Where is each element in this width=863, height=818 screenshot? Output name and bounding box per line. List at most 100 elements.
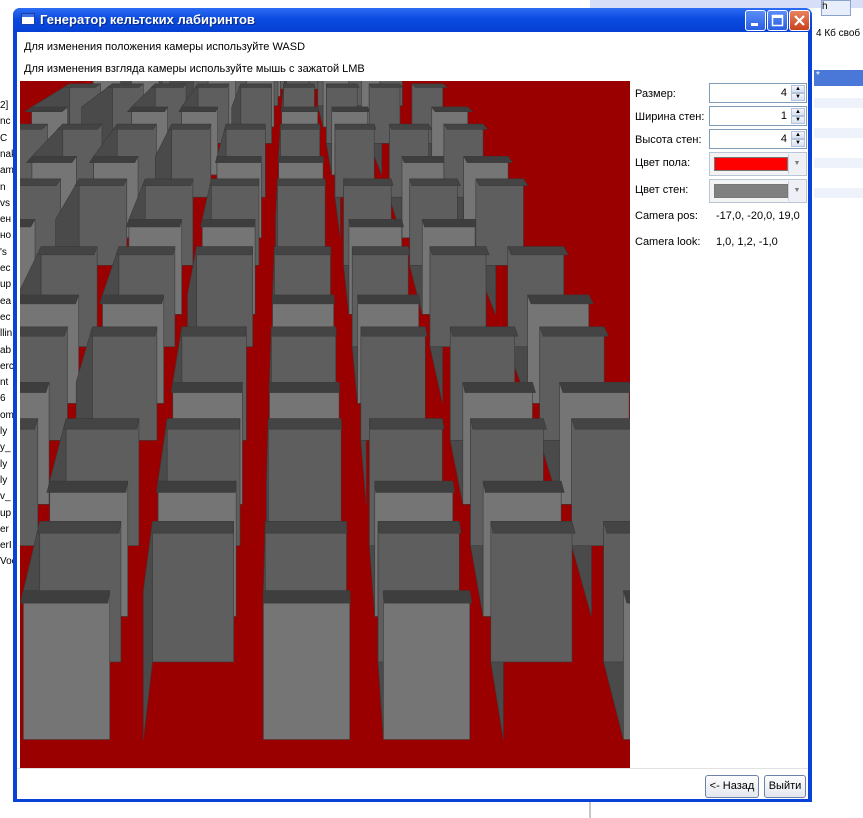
maze-wall-top bbox=[46, 480, 129, 493]
maximize-icon bbox=[771, 14, 784, 27]
maze-wall-top bbox=[281, 106, 319, 112]
maze-wall-top bbox=[351, 246, 411, 256]
maze-wall-top bbox=[170, 382, 243, 393]
floor-color-picker[interactable]: ▼ bbox=[709, 152, 807, 176]
background-row bbox=[814, 98, 863, 108]
maze-wall-top bbox=[429, 246, 490, 256]
maze-wall-front bbox=[23, 590, 111, 740]
minimize-icon bbox=[751, 23, 758, 26]
decrement-arrow-icon[interactable]: ▼ bbox=[791, 93, 805, 101]
maze-wall-top bbox=[168, 123, 212, 130]
maze-wall-top bbox=[475, 178, 529, 186]
maze-wall-top bbox=[507, 246, 569, 256]
back-button[interactable]: <- Назад bbox=[705, 775, 759, 798]
size-value[interactable]: 4 bbox=[781, 87, 787, 99]
window-title: Генератор кельтских лабиринтов bbox=[40, 12, 255, 27]
wall-height-value[interactable]: 4 bbox=[781, 133, 787, 145]
size-stepper-arrows[interactable]: ▲ ▼ bbox=[791, 85, 805, 101]
background-text-fragment: y_ bbox=[0, 442, 11, 454]
minimize-button[interactable] bbox=[745, 10, 766, 31]
wall-color-picker[interactable]: ▼ bbox=[709, 179, 807, 203]
app-window-icon bbox=[21, 13, 35, 25]
maze-wall-top bbox=[279, 123, 321, 130]
camera-pos-value: -17,0, -20,0, 19,0 bbox=[716, 210, 800, 222]
maze-wall-top bbox=[276, 178, 327, 186]
increment-arrow-icon[interactable]: ▲ bbox=[791, 131, 805, 139]
background-text-fragment: но bbox=[0, 230, 12, 242]
wall-width-value[interactable]: 1 bbox=[781, 110, 787, 122]
maze-wall-top bbox=[20, 418, 39, 430]
maze-wall-top bbox=[374, 480, 455, 493]
footer-bar: <- Назад Выйти bbox=[17, 768, 808, 799]
maze-wall-top bbox=[178, 106, 219, 112]
maze-wall-top bbox=[326, 83, 360, 88]
background-row bbox=[814, 158, 863, 168]
background-text-fragment: nt bbox=[0, 377, 9, 389]
maximize-button[interactable] bbox=[767, 10, 788, 31]
maze-wall-top bbox=[264, 521, 348, 534]
exit-button[interactable]: Выйти bbox=[764, 775, 806, 798]
chevron-down-icon[interactable]: ▼ bbox=[788, 181, 805, 201]
maze-wall-top bbox=[409, 178, 461, 186]
wall-height-stepper[interactable]: 4 ▲ ▼ bbox=[709, 129, 807, 149]
maze-wall-top bbox=[150, 83, 187, 88]
chevron-down-icon[interactable]: ▼ bbox=[788, 154, 805, 174]
title-bar[interactable]: Генератор кельтских лабиринтов bbox=[13, 8, 812, 32]
maze-wall-top bbox=[334, 123, 377, 130]
decrement-arrow-icon[interactable]: ▼ bbox=[791, 139, 805, 147]
wall-color-label: Цвет стен: bbox=[635, 184, 689, 196]
maze-scene[interactable] bbox=[20, 81, 630, 768]
maze-wall-top bbox=[89, 326, 158, 337]
wall-width-stepper-arrows[interactable]: ▲ ▼ bbox=[791, 108, 805, 124]
background-text-fragment: 's bbox=[0, 246, 7, 258]
wall-color-swatch[interactable] bbox=[714, 184, 788, 198]
maze-3d-viewport[interactable] bbox=[20, 81, 630, 768]
maze-wall-top bbox=[383, 590, 472, 604]
maze-wall-top bbox=[209, 178, 260, 186]
close-button[interactable] bbox=[789, 10, 810, 31]
background-row bbox=[814, 188, 863, 198]
background-text-fragment: llin bbox=[0, 328, 13, 340]
maze-wall-top bbox=[165, 418, 241, 430]
maze-wall-top bbox=[179, 326, 247, 337]
camera-pos-label: Camera pos: bbox=[635, 210, 698, 222]
maze-wall-top bbox=[20, 326, 68, 337]
background-text-fragment: n bbox=[0, 181, 6, 193]
maze-wall-top bbox=[20, 590, 111, 604]
maze-wall-top bbox=[56, 123, 103, 130]
floor-color-swatch[interactable] bbox=[714, 157, 788, 171]
background-text-fragment: am bbox=[0, 165, 14, 177]
background-text-fragment: ен bbox=[0, 214, 12, 226]
background-text-fragment: ly bbox=[0, 458, 8, 470]
maze-wall-top bbox=[443, 123, 489, 130]
increment-arrow-icon[interactable]: ▲ bbox=[791, 85, 805, 93]
decrement-arrow-icon[interactable]: ▼ bbox=[791, 116, 805, 124]
increment-arrow-icon[interactable]: ▲ bbox=[791, 108, 805, 116]
maze-wall-top bbox=[270, 326, 337, 337]
settings-panel: Размер: 4 ▲ ▼ Ширина стен: 1 ▲ ▼ Высота … bbox=[631, 81, 809, 261]
maze-wall-top bbox=[348, 219, 404, 228]
move-hint: Для изменения положения камеры используй… bbox=[24, 41, 306, 53]
background-window-left: 2] nc Cnak am n vs ен но's ec up ea ec llin ab erc nt 6 o… bbox=[0, 0, 17, 818]
maze-wall-top bbox=[36, 521, 122, 534]
window-client-area: Для изменения положения камеры используй… bbox=[17, 32, 809, 799]
maze-wall-top bbox=[431, 106, 473, 112]
maze-wall-top bbox=[278, 156, 324, 163]
maze-wall-top bbox=[268, 382, 340, 393]
background-text-fragment: v_ bbox=[0, 491, 11, 503]
maze-wall-top bbox=[539, 326, 609, 337]
background-divider bbox=[589, 800, 591, 818]
maze-wall-top bbox=[36, 246, 98, 256]
background-user-label: h bbox=[822, 1, 828, 12]
wall-width-stepper[interactable]: 1 ▲ ▼ bbox=[709, 106, 807, 126]
wall-height-stepper-arrows[interactable]: ▲ ▼ bbox=[791, 131, 805, 147]
background-text-fragment: ly bbox=[0, 474, 8, 486]
size-stepper[interactable]: 4 ▲ ▼ bbox=[709, 83, 807, 103]
maze-wall-back bbox=[20, 418, 39, 546]
maze-wall-top bbox=[357, 294, 421, 305]
maze-wall-top bbox=[99, 294, 165, 305]
maze-wall-top bbox=[377, 521, 462, 534]
background-text-fragment: 6 bbox=[0, 393, 6, 405]
background-text-fragment: ea bbox=[0, 295, 12, 307]
close-icon bbox=[794, 15, 805, 26]
